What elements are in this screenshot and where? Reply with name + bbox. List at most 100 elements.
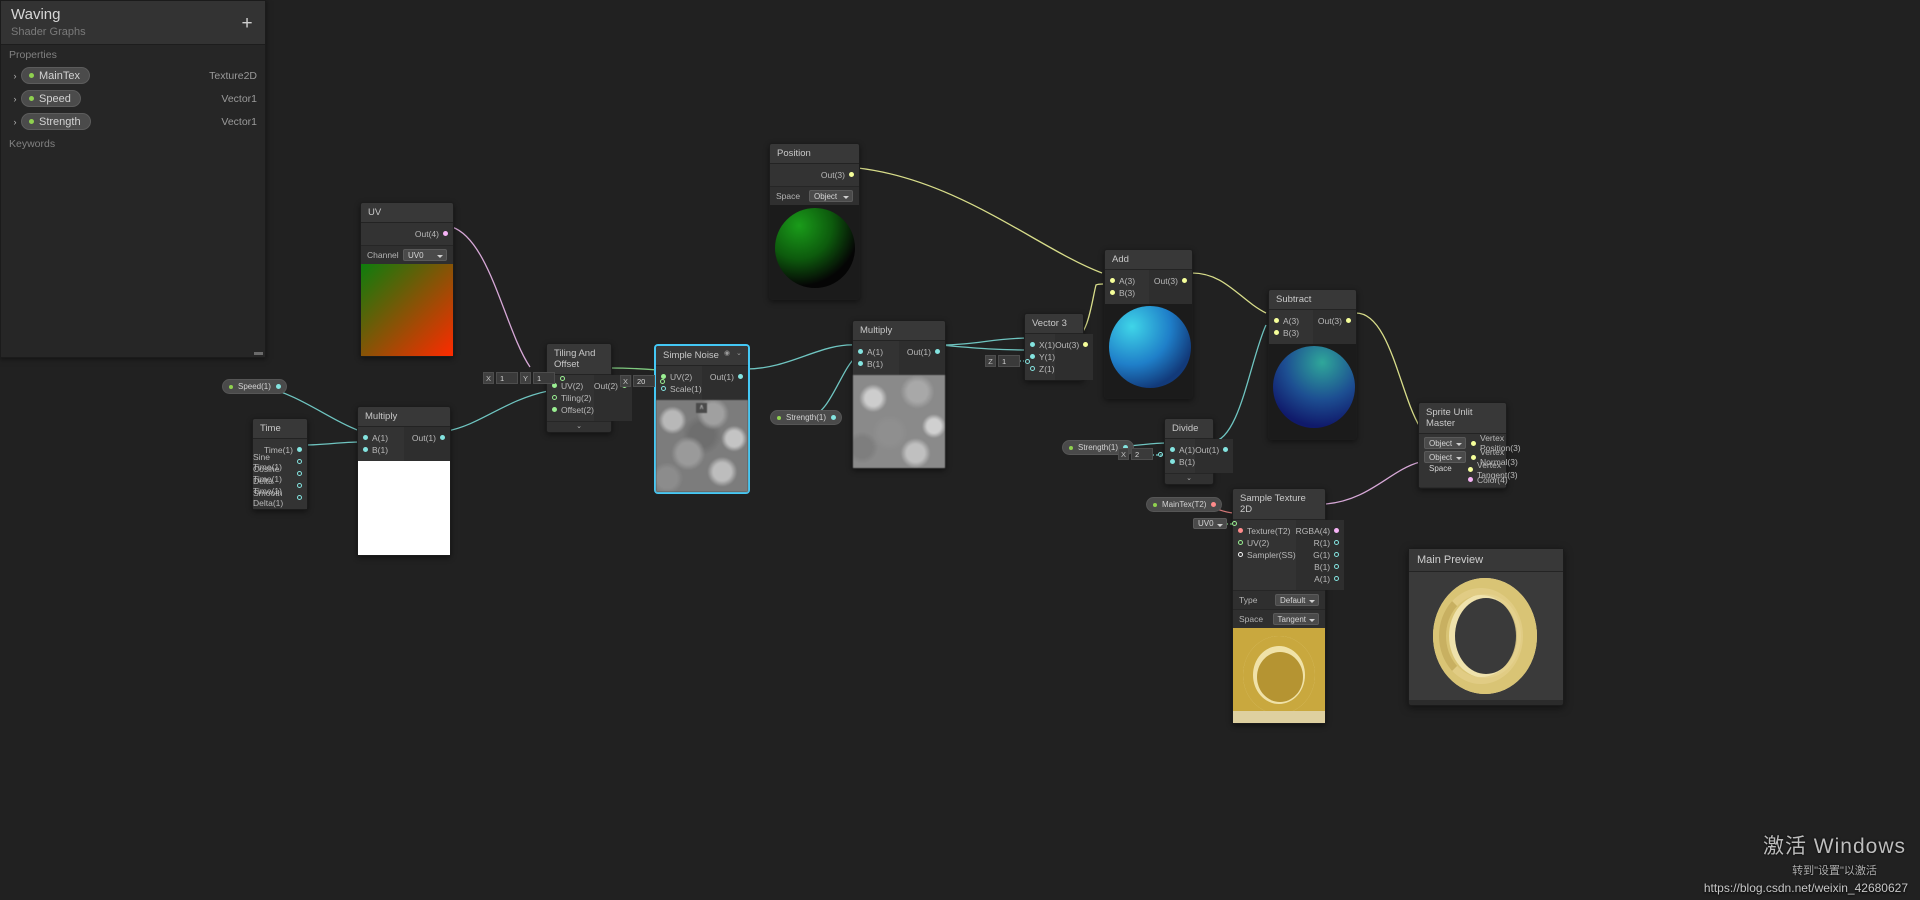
port-pin-icon[interactable]: [1274, 330, 1279, 335]
port-out-a[interactable]: A(1): [1296, 573, 1344, 584]
port-pin-icon[interactable]: [297, 495, 302, 500]
node-position[interactable]: Position Out(3) Space Object: [769, 143, 860, 300]
port-pin-icon[interactable]: [849, 172, 854, 177]
port-in-b[interactable]: B(3): [1269, 327, 1313, 338]
vector3-z-input[interactable]: 1: [998, 355, 1020, 367]
port-in-a[interactable]: A(1): [358, 432, 404, 443]
port-pin-icon[interactable]: [1231, 521, 1237, 526]
node-tiling-and-offset[interactable]: Tiling And Offset UV(2) Tiling(2) Offset…: [546, 343, 633, 433]
port-pin-icon[interactable]: [1238, 528, 1243, 533]
space-dropdown[interactable]: Object: [809, 190, 853, 202]
collapse-preview-button[interactable]: ⌄: [1165, 473, 1213, 484]
property-pill[interactable]: Speed: [21, 90, 81, 107]
port-out[interactable]: Out(1): [899, 346, 945, 357]
port-pin-icon[interactable]: [1158, 451, 1163, 457]
port-pin-icon[interactable]: [1182, 278, 1187, 283]
space-dropdown[interactable]: Tangent: [1272, 613, 1319, 625]
node-multiply-speed-time[interactable]: Multiply A(1) B(1) Out(1): [357, 406, 451, 556]
port-pin-icon[interactable]: [1471, 440, 1476, 446]
divide-b-input[interactable]: 2: [1131, 448, 1153, 460]
port-in-a[interactable]: A(1): [853, 346, 899, 357]
port-pin-icon[interactable]: [1238, 540, 1243, 545]
port-in-uv[interactable]: UV(2): [1233, 537, 1296, 548]
port-pin-icon[interactable]: [1334, 576, 1340, 581]
port-pin-icon[interactable]: [552, 407, 557, 412]
main-preview-body[interactable]: [1409, 572, 1563, 700]
property-pill[interactable]: Strength: [21, 113, 91, 130]
space-control[interactable]: Space Object: [770, 186, 859, 205]
node-divide[interactable]: Divide A(1) B(1) Out(1) ⌄: [1164, 418, 1234, 485]
port-pin-icon[interactable]: [1334, 528, 1340, 533]
port-pin-icon[interactable]: [1030, 342, 1035, 347]
vertex-normal-space-dropdown[interactable]: Object Space: [1424, 451, 1466, 473]
tiling-vector-field[interactable]: X 1 Y 1: [483, 372, 565, 384]
property-row-maintex[interactable]: › MainTex Texture2D: [1, 65, 265, 86]
divide-b-field[interactable]: X 2: [1118, 448, 1163, 460]
tiling-x-input[interactable]: 1: [496, 372, 518, 384]
port-in-texture[interactable]: Texture(T2): [1233, 525, 1296, 536]
port-in-b[interactable]: B(3): [1105, 287, 1149, 298]
panel-resize-handle[interactable]: [254, 352, 263, 355]
port-pin-icon[interactable]: [1030, 354, 1035, 359]
port-out[interactable]: Out(1): [1195, 444, 1233, 455]
port-pin-icon[interactable]: [1083, 342, 1089, 347]
port-pin-icon[interactable]: [1468, 477, 1473, 482]
port-in-offset[interactable]: Offset(2): [547, 404, 594, 415]
port-pin-icon[interactable]: [1468, 467, 1473, 472]
port-pin-icon[interactable]: [1471, 454, 1476, 460]
property-row-strength[interactable]: › Strength Vector1: [1, 111, 265, 132]
port-pin-icon[interactable]: [297, 471, 302, 476]
port-pin-icon[interactable]: [1274, 318, 1279, 323]
port-pin-icon[interactable]: [858, 349, 863, 354]
port-out-smooth-delta[interactable]: Smooth Delta(1): [253, 488, 307, 508]
main-preview-window[interactable]: Main Preview: [1408, 548, 1564, 706]
channel-dropdown[interactable]: UV0: [403, 249, 447, 261]
port-pin-icon[interactable]: [1025, 358, 1030, 364]
port-pin-icon[interactable]: [440, 435, 445, 440]
port-in-a[interactable]: A(1): [1165, 444, 1195, 455]
noise-scale-input[interactable]: 20: [633, 375, 655, 387]
node-time[interactable]: Time Time(1) Sine Time(1) Cosine Time(1)…: [252, 418, 308, 510]
tiling-y-input[interactable]: 1: [533, 372, 555, 384]
port-pin-icon[interactable]: [1170, 459, 1175, 464]
port-pin-icon[interactable]: [443, 231, 448, 236]
property-node-speed[interactable]: Speed(1): [222, 379, 287, 394]
port-pin-icon[interactable]: [560, 375, 565, 381]
port-pin-icon[interactable]: [858, 361, 863, 366]
port-pin-icon[interactable]: [363, 435, 368, 440]
port-in-x[interactable]: X(1): [1025, 339, 1055, 350]
port-pin-icon[interactable]: [831, 415, 837, 420]
port-pin-icon[interactable]: [297, 483, 302, 488]
property-pill[interactable]: MainTex: [21, 67, 90, 84]
port-out-r[interactable]: R(1): [1296, 537, 1344, 548]
port-pin-icon[interactable]: [1030, 366, 1035, 371]
port-out[interactable]: Out(3): [770, 169, 859, 180]
expand-chevron-icon[interactable]: ›: [9, 71, 21, 81]
port-pin-icon[interactable]: [1110, 290, 1115, 295]
port-pin-icon[interactable]: [275, 384, 281, 389]
port-out[interactable]: Out(3): [1313, 315, 1357, 326]
port-pin-icon[interactable]: [297, 459, 302, 464]
sample-uv-dropdown[interactable]: UV0: [1193, 518, 1227, 529]
type-control[interactable]: Type Default: [1233, 590, 1325, 609]
port-pin-icon[interactable]: [1334, 552, 1340, 557]
expand-chevron-icon[interactable]: ›: [9, 117, 21, 127]
port-pin-icon[interactable]: [935, 349, 940, 354]
port-pin-icon[interactable]: [1346, 318, 1351, 323]
settings-gear-icon[interactable]: ◉: [724, 350, 731, 357]
property-node-strength-noise[interactable]: Strength(1): [770, 410, 843, 425]
preview-expand-icon[interactable]: ∧: [696, 403, 707, 413]
port-in-b[interactable]: B(1): [358, 444, 404, 455]
port-out-b[interactable]: B(1): [1296, 561, 1344, 572]
port-out[interactable]: Out(1): [702, 371, 748, 382]
port-pin-icon[interactable]: [738, 374, 743, 379]
node-uv[interactable]: UV Out(4) Channel UV0: [360, 202, 454, 357]
chevron-down-icon[interactable]: ⌄: [736, 350, 743, 357]
port-pin-icon[interactable]: [297, 447, 302, 452]
port-out[interactable]: Out(3): [1055, 339, 1093, 350]
type-dropdown[interactable]: Default: [1275, 594, 1319, 606]
noise-scale-field[interactable]: X 20: [620, 375, 665, 387]
port-in-a[interactable]: A(3): [1105, 275, 1149, 286]
node-header-icons[interactable]: ◉ ⌄: [724, 350, 743, 357]
expand-chevron-icon[interactable]: ›: [9, 94, 21, 104]
